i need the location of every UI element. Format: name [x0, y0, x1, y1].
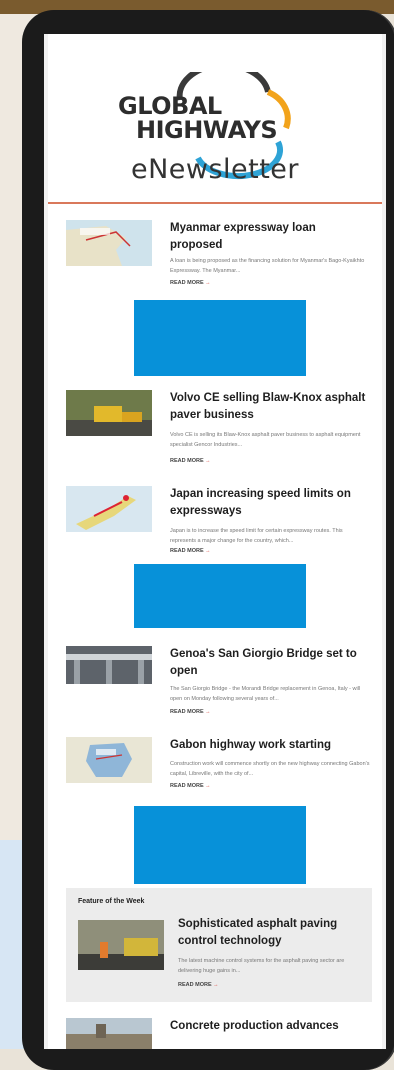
feature-thumbnail[interactable] — [78, 920, 164, 970]
article-title[interactable]: Japan increasing speed limits on express… — [170, 486, 370, 520]
article-summary: Construction work will commence shortly … — [170, 761, 370, 777]
read-more-link[interactable]: READ MORE → — [170, 709, 211, 715]
article-summary: Volvo CE is selling its Blaw-Knox asphal… — [170, 432, 361, 448]
article-title[interactable]: Gabon highway work starting — [170, 737, 370, 754]
read-more-label: READ MORE — [170, 548, 204, 554]
read-more-label: READ MORE — [170, 280, 204, 286]
read-more-label: READ MORE — [178, 982, 212, 988]
feature-of-the-week[interactable]: Feature of the Week Sophisticated asphal… — [66, 888, 372, 1002]
article-thumbnail-gabon-map[interactable] — [66, 737, 152, 783]
feature-label: Feature of the Week — [78, 898, 145, 905]
article-thumbnail-map[interactable] — [66, 220, 152, 266]
article-summary: The San Giorgio Bridge - the Morandi Bri… — [170, 686, 361, 702]
newsletter-page[interactable]: GLOBAL HIGHWAYS eNewsletter Myanmar expr… — [48, 34, 382, 1049]
tablet-screen[interactable]: GLOBAL HIGHWAYS eNewsletter Myanmar expr… — [44, 34, 386, 1049]
ad-banner[interactable] — [134, 564, 306, 628]
article-summary: Japan is to increase the speed limit for… — [170, 528, 343, 544]
arrow-right-icon: → — [205, 548, 211, 554]
arrow-right-icon: → — [205, 280, 211, 286]
article-thumbnail-bridge[interactable] — [66, 646, 152, 684]
article-title[interactable]: Concrete production advances — [170, 1018, 370, 1035]
ad-banner[interactable] — [134, 300, 306, 376]
article-thumbnail-concrete[interactable] — [66, 1018, 152, 1049]
read-more-link[interactable]: READ MORE → — [170, 280, 211, 286]
logo-line-2: HIGHWAYS — [136, 116, 278, 144]
arrow-right-icon: → — [205, 783, 211, 789]
arrow-right-icon: → — [213, 982, 219, 988]
article-summary: A loan is being proposed as the financin… — [170, 258, 365, 274]
newsletter-title: eNewsletter — [130, 154, 300, 185]
read-more-link[interactable]: READ MORE → — [178, 982, 219, 988]
feature-summary: The latest machine control systems for t… — [178, 958, 345, 974]
read-more-label: READ MORE — [170, 458, 204, 464]
header-divider — [48, 202, 382, 204]
article-thumbnail-paver[interactable] — [66, 390, 152, 436]
arrow-right-icon: → — [205, 458, 211, 464]
article-title[interactable]: Myanmar expressway loan proposed — [170, 220, 370, 254]
read-more-link[interactable]: READ MORE → — [170, 458, 211, 464]
read-more-label: READ MORE — [170, 783, 204, 789]
article-title[interactable]: Volvo CE selling Blaw-Knox asphalt paver… — [170, 390, 370, 424]
article-title[interactable]: Genoa's San Giorgio Bridge set to open — [170, 646, 370, 680]
feature-title[interactable]: Sophisticated asphalt paving control tec… — [178, 916, 348, 950]
read-more-link[interactable]: READ MORE → — [170, 548, 211, 554]
article-thumbnail-japan-map[interactable] — [66, 486, 152, 532]
read-more-link[interactable]: READ MORE → — [170, 783, 211, 789]
ad-banner[interactable] — [134, 806, 306, 884]
read-more-label: READ MORE — [170, 709, 204, 715]
arrow-right-icon: → — [205, 709, 211, 715]
logo-line-1: GLOBAL — [118, 92, 222, 120]
